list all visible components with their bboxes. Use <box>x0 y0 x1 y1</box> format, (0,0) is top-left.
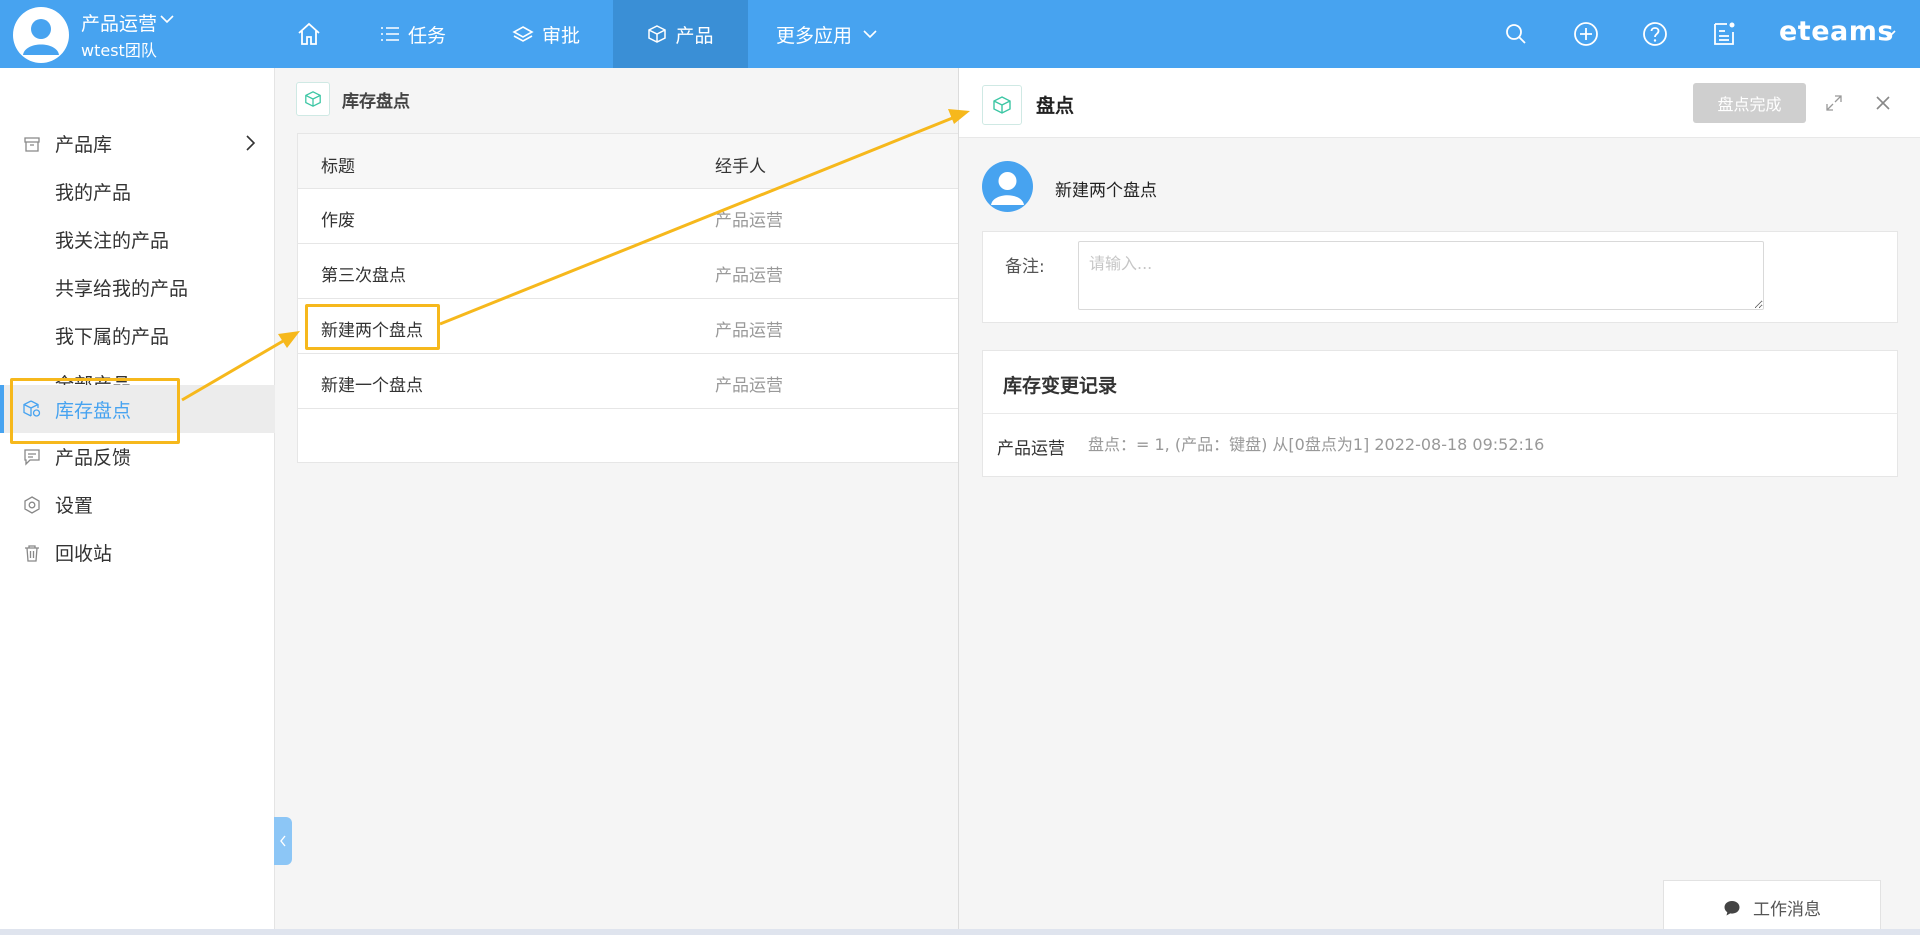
layers-icon <box>512 26 534 42</box>
chevron-down-icon[interactable] <box>1882 24 1896 44</box>
bottom-bar <box>0 929 1920 935</box>
sidebar-item-product-library[interactable]: 产品库 <box>0 120 275 166</box>
row-handler: 产品运营 <box>715 321 783 341</box>
row-title: 作废 <box>321 211 355 231</box>
column-header-handler[interactable]: 经手人 <box>715 152 766 177</box>
inventory-table: 标题 经手人 作废 产品运营 第三次盘点 产品运营 新建两个盘点 产品运营 新建… <box>297 133 959 463</box>
archive-icon <box>22 134 42 154</box>
work-message-label: 工作消息 <box>1753 900 1821 920</box>
team-name: wtest团队 <box>81 41 157 60</box>
log-entry: 盘点：= 1, (产品：键盘) 从[0盘点为1] 2022-08-18 09:5… <box>1088 435 1545 454</box>
panel-header: 盘点 盘点完成 <box>959 68 1920 138</box>
sidebar-collapse-handle[interactable] <box>274 817 292 865</box>
note-input[interactable] <box>1078 241 1764 310</box>
row-handler: 产品运营 <box>715 376 783 396</box>
chevron-down-icon <box>863 30 877 39</box>
nav-more-label: 更多应用 <box>776 24 853 47</box>
note-label: 备注: <box>1005 257 1045 277</box>
notice-icon[interactable] <box>1709 19 1739 49</box>
table-header: 标题 经手人 <box>298 134 958 189</box>
sidebar-item-label: 我下属的产品 <box>55 325 170 348</box>
sidebar-item-label: 产品库 <box>55 133 113 156</box>
nav-approve-label: 审批 <box>542 24 581 47</box>
brand-logo[interactable]: eteams <box>1779 16 1894 47</box>
highlight-box <box>305 304 440 350</box>
sidebar-item-followed-products[interactable]: 我关注的产品 <box>0 216 275 262</box>
trash-icon <box>22 543 42 563</box>
sidebar-item-settings[interactable]: 设置 <box>0 481 275 527</box>
sidebar-item-label: 我的产品 <box>55 181 132 204</box>
list-icon <box>381 27 399 41</box>
nav-more-apps[interactable]: 更多应用 <box>776 0 886 68</box>
cube-icon <box>648 25 667 43</box>
org-name[interactable]: 产品运营 <box>81 9 157 36</box>
highlight-box <box>10 378 180 444</box>
list-header: 库存盘点 <box>296 82 410 116</box>
sidebar-item-recycle-bin[interactable]: 回收站 <box>0 529 275 575</box>
sidebar: 产品库 我的产品 我关注的产品 共享给我的产品 我下属的产品 全部产品 库存盘点… <box>0 68 275 935</box>
sidebar-item-subordinate-products[interactable]: 我下属的产品 <box>0 312 275 358</box>
detail-panel: 盘点 盘点完成 新建两个盘点 备注: 库存变更记录 产品运营 盘点：= 1, (… <box>958 68 1920 935</box>
note-card: 备注: <box>982 231 1898 323</box>
log-title: 库存变更记录 <box>1003 375 1118 397</box>
nav-product[interactable]: 产品 <box>613 0 748 68</box>
help-icon[interactable] <box>1640 19 1670 49</box>
sidebar-item-label: 我关注的产品 <box>55 229 170 252</box>
row-title: 新建一个盘点 <box>321 376 423 396</box>
chat-bubble-icon <box>1724 900 1740 915</box>
chevron-left-icon <box>280 835 286 847</box>
row-title: 第三次盘点 <box>321 266 406 286</box>
creator-avatar <box>982 161 1033 212</box>
top-bar: 产品运营 wtest团队 任务 审批 产品 更多应用 eteams <box>0 0 1920 68</box>
home-icon[interactable] <box>296 0 330 68</box>
sidebar-item-my-products[interactable]: 我的产品 <box>0 168 275 214</box>
nav-task[interactable]: 任务 <box>380 0 446 68</box>
column-header-title[interactable]: 标题 <box>321 152 355 177</box>
panel-title: 盘点 <box>1036 95 1075 117</box>
plus-circle-icon[interactable] <box>1571 19 1601 49</box>
sidebar-item-label: 设置 <box>55 494 94 517</box>
sidebar-item-label: 回收站 <box>55 542 113 565</box>
search-icon[interactable] <box>1501 19 1531 49</box>
cube-icon <box>982 85 1022 125</box>
nav-approve[interactable]: 审批 <box>512 0 580 68</box>
chevron-down-icon[interactable] <box>160 12 174 28</box>
user-avatar[interactable] <box>13 7 69 63</box>
log-user[interactable]: 产品运营 <box>997 434 1065 459</box>
gear-icon <box>22 495 42 515</box>
table-row[interactable]: 作废 产品运营 <box>298 189 958 244</box>
nav-task-label: 任务 <box>408 24 447 47</box>
close-icon[interactable] <box>1875 95 1891 116</box>
table-row[interactable]: 新建一个盘点 产品运营 <box>298 354 958 409</box>
table-row[interactable]: 第三次盘点 产品运营 <box>298 244 958 299</box>
record-title: 新建两个盘点 <box>1055 181 1157 201</box>
divider <box>983 413 1897 414</box>
list-title: 库存盘点 <box>342 91 410 112</box>
work-message-button[interactable]: 工作消息 <box>1663 880 1881 935</box>
sidebar-item-label: 产品反馈 <box>55 446 132 469</box>
comment-icon <box>22 447 42 467</box>
sidebar-item-shared-products[interactable]: 共享给我的产品 <box>0 264 275 310</box>
expand-icon[interactable] <box>1825 94 1843 117</box>
nav-product-label: 产品 <box>675 24 714 47</box>
row-handler: 产品运营 <box>715 266 783 286</box>
finish-inventory-button[interactable]: 盘点完成 <box>1693 83 1806 123</box>
inventory-change-log: 库存变更记录 产品运营 盘点：= 1, (产品：键盘) 从[0盘点为1] 202… <box>982 350 1898 477</box>
sidebar-item-label: 共享给我的产品 <box>55 277 189 300</box>
chevron-right-icon <box>244 134 256 157</box>
row-handler: 产品运营 <box>715 211 783 231</box>
cube-icon <box>296 82 330 116</box>
